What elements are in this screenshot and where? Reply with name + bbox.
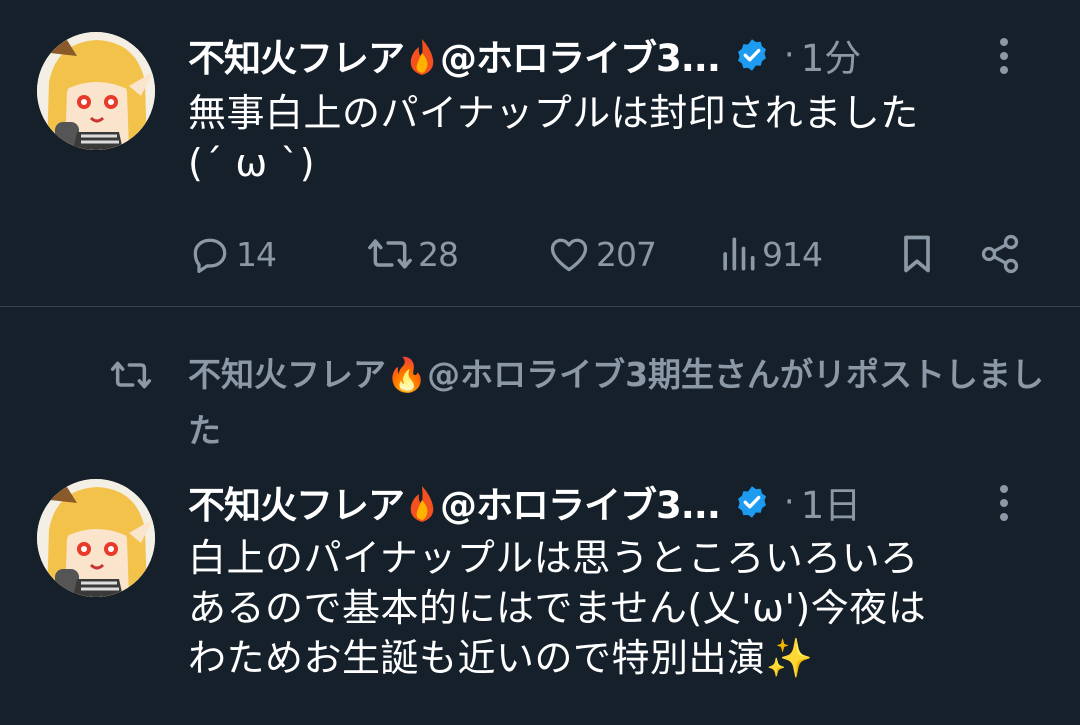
tweet-header: 不知火フレア @ホロライブ3... · 1分: [188, 30, 1050, 80]
separator-dot: ·: [783, 482, 795, 522]
like-count: 207: [596, 234, 657, 274]
more-icon[interactable]: [998, 36, 1010, 76]
repost-icon: [110, 361, 152, 389]
tweet-text-line: わためお生誕も近いので特別出演✨: [188, 636, 814, 680]
views-count: 914: [762, 234, 823, 274]
avatar[interactable]: [37, 32, 155, 150]
bookmark-button[interactable]: [896, 228, 938, 280]
repost-icon: [368, 239, 412, 269]
tweet-text: 白上のパイナップルは思うところいろいろ あるので基本的にはでません(乂'ω')今…: [188, 533, 1040, 683]
tweet-text: 無事白上のパイナップルは封印されました (ˊ ω ˋ): [188, 88, 1040, 188]
avatar-image: [37, 479, 155, 597]
share-icon: [981, 234, 1019, 274]
tweet-text-line: 白上のパイナップルは思うところいろいろ: [188, 536, 919, 580]
repost-button[interactable]: 28: [366, 228, 459, 280]
like-icon: [550, 238, 588, 272]
more-icon[interactable]: [998, 483, 1010, 523]
author-handle-text: @ホロライブ3...: [440, 37, 721, 80]
timestamp[interactable]: 1日: [801, 475, 862, 529]
avatar-image: [37, 32, 155, 150]
verified-badge-icon: [737, 39, 766, 71]
reply-button[interactable]: 14: [188, 228, 277, 280]
tweet[interactable]: 不知火フレア @ホロライブ3... · 1分 無事白上のパイナップルは封印されまし…: [0, 0, 1080, 307]
verified-badge-icon: [737, 486, 766, 518]
author-handle-text: @ホロライブ3...: [440, 484, 721, 527]
flame-icon: [410, 39, 434, 75]
separator-dot: ·: [783, 35, 795, 75]
repost-context-text: 不知火フレア🔥@ホロライブ3期生さんがリポストしました: [188, 355, 1045, 450]
avatar[interactable]: [37, 479, 155, 597]
author-name-text: 不知火フレア: [188, 484, 405, 527]
reply-count: 14: [236, 234, 277, 274]
tweet-text-line: (ˊ ω ˋ): [188, 141, 316, 185]
views-button[interactable]: 914: [718, 228, 823, 280]
author-name[interactable]: 不知火フレア @ホロライブ3...: [188, 475, 721, 529]
bookmark-icon: [904, 235, 930, 273]
tweet-header: 不知火フレア @ホロライブ3... · 1日: [188, 477, 1050, 527]
repost-count: 28: [418, 234, 459, 274]
timestamp[interactable]: 1分: [801, 28, 862, 82]
like-button[interactable]: 207: [546, 228, 657, 280]
views-icon: [723, 237, 755, 271]
author-name[interactable]: 不知火フレア @ホロライブ3...: [188, 28, 721, 82]
share-button[interactable]: [978, 228, 1022, 280]
author-name-text: 不知火フレア: [188, 37, 405, 80]
tweet[interactable]: 不知火フレア🔥@ホロライブ3期生さんがリポストしました 不知火フレア @ホロライブ…: [0, 307, 1080, 725]
tweet-text-line: 無事白上のパイナップルは封印されました: [188, 91, 919, 135]
reply-icon: [193, 238, 227, 274]
flame-icon: [410, 486, 434, 522]
tweet-text-line: あるので基本的にはでません(乂'ω')今夜は: [188, 586, 927, 630]
action-bar: 14 28 207 914: [188, 228, 1048, 280]
